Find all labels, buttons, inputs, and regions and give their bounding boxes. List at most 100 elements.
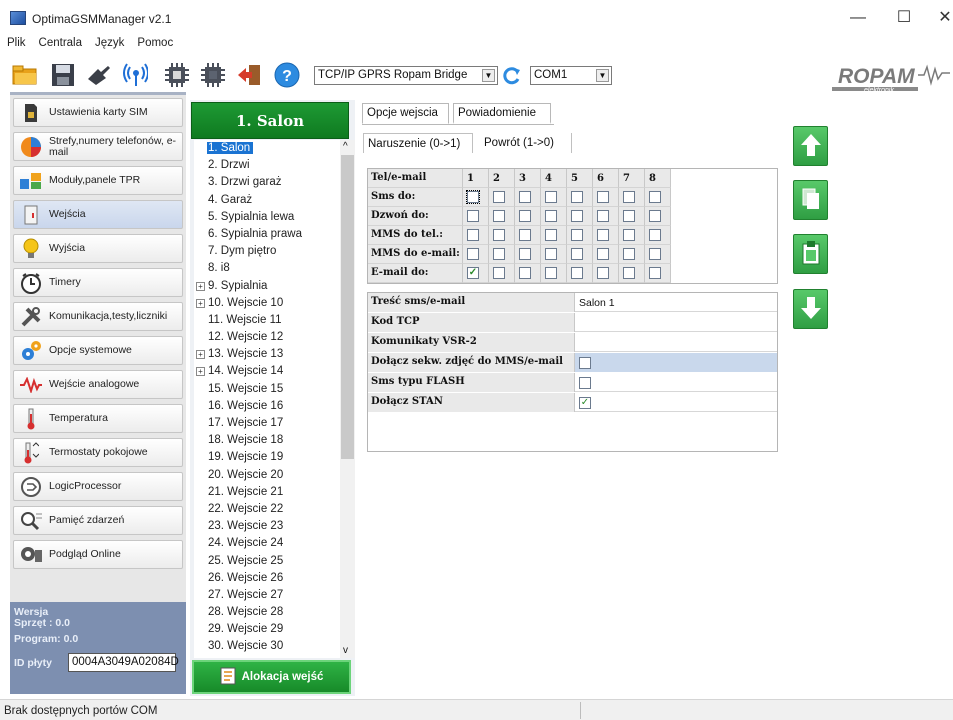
list-item[interactable]: 15. Wejscie 15 <box>194 381 340 398</box>
move-down-button[interactable] <box>793 289 828 329</box>
property-checkbox[interactable] <box>579 376 591 389</box>
sidebar-item-modules[interactable]: Moduły,panele TPR <box>13 166 183 195</box>
notify-checkbox[interactable] <box>493 191 505 203</box>
notify-checkbox[interactable] <box>597 267 609 279</box>
expand-icon[interactable]: + <box>196 367 205 377</box>
list-item[interactable]: 1. Salon <box>194 140 340 157</box>
notify-checkbox[interactable] <box>545 210 557 222</box>
move-up-button[interactable] <box>793 126 828 166</box>
menu-plik[interactable]: Plik <box>0 37 32 49</box>
notify-checkbox[interactable] <box>597 210 609 222</box>
notify-checkbox[interactable] <box>597 191 609 203</box>
tab-notification[interactable]: Powiadomienie <box>453 103 551 124</box>
sidebar-item-sim[interactable]: Ustawienia karty SIM <box>13 98 183 127</box>
expand-icon[interactable]: + <box>196 350 205 360</box>
notify-checkbox[interactable] <box>571 229 583 241</box>
notify-checkbox[interactable] <box>623 210 635 222</box>
sidebar-item-thermostats[interactable]: Termostaty pokojowe <box>13 438 183 467</box>
subtab-return[interactable]: Powrót (1->0) <box>480 133 572 153</box>
notify-checkbox[interactable] <box>571 191 583 203</box>
notify-checkbox[interactable] <box>466 190 480 204</box>
notify-checkbox[interactable] <box>467 248 479 260</box>
notify-checkbox[interactable] <box>519 191 531 203</box>
notify-checkbox[interactable] <box>493 210 505 222</box>
notify-checkbox[interactable] <box>545 229 557 241</box>
notify-checkbox[interactable] <box>519 248 531 260</box>
chip-write-icon[interactable] <box>200 63 226 87</box>
list-item[interactable]: +10. Wejscie 10 <box>194 295 340 312</box>
paste-button[interactable] <box>793 234 828 274</box>
list-item[interactable]: 17. Wejscie 17 <box>194 415 340 432</box>
sidebar-item-analog-input[interactable]: Wejście analogowe <box>13 370 183 399</box>
list-item[interactable]: 19. Wejscie 19 <box>194 449 340 466</box>
list-item[interactable]: 3. Drzwi garaż <box>194 174 340 191</box>
scroll-up-icon[interactable]: ^ <box>343 141 348 152</box>
list-item[interactable]: 23. Wejscie 23 <box>194 518 340 535</box>
copy-button[interactable] <box>793 180 828 220</box>
property-value-field[interactable]: Salon 1 <box>575 293 777 312</box>
sidebar-item-outputs[interactable]: Wyjścia <box>13 234 183 263</box>
property-checkbox[interactable]: ✓ <box>579 396 591 409</box>
refresh-icon[interactable] <box>498 64 524 88</box>
scrollbar-thumb[interactable] <box>341 155 354 459</box>
notify-checkbox[interactable] <box>597 229 609 241</box>
com-port-select[interactable]: COM1 ▼ <box>530 66 612 85</box>
open-folder-icon[interactable] <box>12 63 38 87</box>
list-item[interactable]: +13. Wejscie 13 <box>194 346 340 363</box>
notify-checkbox[interactable] <box>467 229 479 241</box>
notify-checkbox[interactable] <box>519 267 531 279</box>
menu-pomoc[interactable]: Pomoc <box>130 37 179 49</box>
menu-jezyk[interactable]: Język <box>88 37 130 49</box>
board-id-field[interactable]: 0004A3049A02084D <box>68 653 179 672</box>
list-item[interactable]: 24. Wejscie 24 <box>194 535 340 552</box>
sidebar-item-zones[interactable]: Strefy,numery telefonów, e-mail <box>13 132 183 161</box>
notify-checkbox[interactable] <box>623 229 635 241</box>
notify-checkbox[interactable] <box>493 229 505 241</box>
list-item[interactable]: 27. Wejscie 27 <box>194 587 340 604</box>
help-icon[interactable]: ? <box>274 62 300 88</box>
save-icon[interactable] <box>50 63 76 87</box>
list-item[interactable]: 6. Sypialnia prawa <box>194 226 340 243</box>
antenna-icon[interactable] <box>122 63 148 87</box>
list-item[interactable]: 16. Wejscie 16 <box>194 398 340 415</box>
notify-checkbox[interactable] <box>597 248 609 260</box>
notify-checkbox[interactable] <box>649 267 661 279</box>
scroll-down-icon[interactable]: v <box>343 645 348 656</box>
menu-centrala[interactable]: Centrala <box>32 37 88 49</box>
list-item[interactable]: 11. Wejscie 11 <box>194 312 340 329</box>
notify-checkbox[interactable] <box>571 267 583 279</box>
notify-checkbox[interactable] <box>519 210 531 222</box>
sidebar-item-event-memory[interactable]: Pamięć zdarzeń <box>13 506 183 535</box>
list-item[interactable]: 8. i8 <box>194 260 340 277</box>
notify-checkbox[interactable] <box>623 248 635 260</box>
list-item[interactable]: 5. Sypialnia lewa <box>194 209 340 226</box>
connect-icon[interactable] <box>86 63 112 87</box>
sidebar-item-temperature[interactable]: Temperatura <box>13 404 183 433</box>
notify-checkbox[interactable] <box>649 229 661 241</box>
list-item[interactable]: 29. Wejscie 29 <box>194 621 340 638</box>
list-item[interactable]: 4. Garaż <box>194 192 340 209</box>
list-item[interactable]: 30. Wejscie 30 <box>194 638 340 655</box>
input-allocation-button[interactable]: Alokacja wejść <box>192 660 351 694</box>
list-item[interactable]: 22. Wejscie 22 <box>194 501 340 518</box>
notify-checkbox[interactable] <box>493 248 505 260</box>
notify-checkbox[interactable] <box>649 248 661 260</box>
sidebar-item-logic-processor[interactable]: LogicProcessor <box>13 472 183 501</box>
close-button[interactable]: ✕ <box>925 6 953 30</box>
sidebar-item-communication[interactable]: Komunikacja,testy,liczniki <box>13 302 183 331</box>
input-list[interactable]: 1. Salon 2. Drzwi 3. Drzwi garaż 4. Garaż 5.… <box>194 140 340 658</box>
notify-checkbox[interactable] <box>571 210 583 222</box>
notify-checkbox[interactable] <box>467 210 479 222</box>
notify-checkbox[interactable] <box>545 267 557 279</box>
list-item[interactable]: 20. Wejscie 20 <box>194 467 340 484</box>
notify-checkbox[interactable] <box>571 248 583 260</box>
sidebar-item-online-preview[interactable]: Podgląd Online <box>13 540 183 569</box>
connection-type-select[interactable]: TCP/IP GPRS Ropam Bridge ▼ <box>314 66 498 85</box>
notify-checkbox[interactable] <box>545 248 557 260</box>
list-item[interactable]: 18. Wejscie 18 <box>194 432 340 449</box>
minimize-button[interactable]: — <box>838 6 878 30</box>
notify-checkbox[interactable] <box>649 210 661 222</box>
chevron-down-icon[interactable]: ▼ <box>596 69 609 82</box>
sidebar-item-timers[interactable]: Timery <box>13 268 183 297</box>
expand-icon[interactable]: + <box>196 298 205 308</box>
